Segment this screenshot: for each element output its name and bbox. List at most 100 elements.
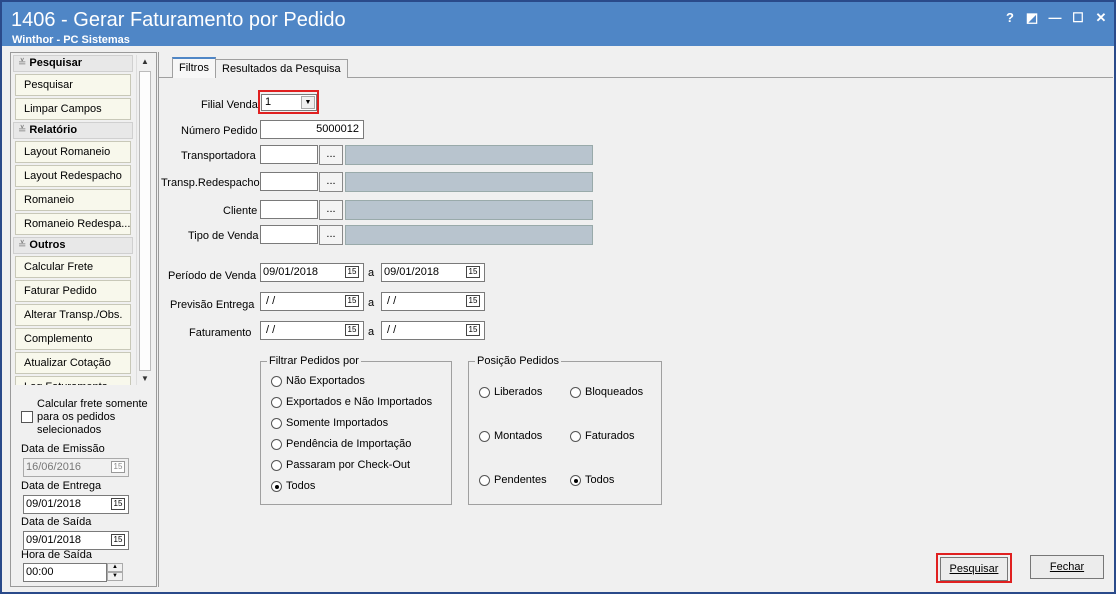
scroll-up-icon[interactable]: ▲ bbox=[141, 57, 149, 66]
radio-label[interactable]: Pendência de Importação bbox=[286, 438, 411, 450]
calendar-icon[interactable]: 15 bbox=[345, 324, 359, 336]
range-separator: a bbox=[368, 297, 375, 309]
maximize-icon[interactable]: ☐ bbox=[1070, 10, 1086, 26]
previsao-from-value: / / bbox=[263, 295, 276, 307]
fechar-button[interactable]: Fechar bbox=[1030, 555, 1104, 579]
previsao-entrega-label: Previsão Entrega bbox=[170, 299, 255, 311]
calendar-icon[interactable]: 15 bbox=[111, 534, 125, 546]
window-title: 1406 - Gerar Faturamento por Pedido bbox=[11, 9, 346, 31]
data-emissao-value: 16/06/2016 bbox=[26, 461, 82, 473]
radio-label[interactable]: Não Exportados bbox=[286, 375, 365, 387]
menu-scrollbar[interactable]: ▲ ▼ bbox=[136, 55, 152, 385]
radio-nao-exportados[interactable] bbox=[271, 376, 282, 387]
menu-pesquisar-button[interactable]: Pesquisar bbox=[15, 74, 131, 96]
transp-redespacho-input[interactable] bbox=[260, 172, 318, 191]
cliente-lookup-button[interactable]: ... bbox=[319, 200, 343, 220]
minimize-icon[interactable]: — bbox=[1047, 10, 1063, 25]
section-header-pesquisar[interactable]: ≚ Pesquisar bbox=[13, 55, 133, 72]
data-emissao-label: Data de Emissão bbox=[21, 443, 105, 455]
hora-saida-value: 00:00 bbox=[26, 566, 54, 578]
radio-posicao-todos[interactable] bbox=[570, 475, 581, 486]
data-saida-label: Data de Saída bbox=[21, 516, 92, 528]
menu-atualizar-cotacao-button[interactable]: Atualizar Cotação bbox=[15, 352, 131, 374]
radio-label[interactable]: Pendentes bbox=[494, 474, 547, 486]
help-icon[interactable]: ? bbox=[1002, 10, 1018, 25]
menu-log-faturamento-button[interactable]: Log Faturamento bbox=[15, 376, 131, 385]
section-title: Relatório bbox=[29, 124, 78, 136]
section-header-relatorio[interactable]: ≚ Relatório bbox=[13, 122, 133, 139]
radio-label[interactable]: Montados bbox=[494, 430, 542, 442]
numero-pedido-input[interactable]: 5000012 bbox=[260, 120, 364, 139]
section-title: Pesquisar bbox=[29, 57, 82, 69]
radio-somente-importados[interactable] bbox=[271, 418, 282, 429]
radio-label[interactable]: Exportados e Não Importados bbox=[286, 396, 432, 408]
posicao-pedidos-title: Posição Pedidos bbox=[475, 355, 561, 367]
filtrar-pedidos-title: Filtrar Pedidos por bbox=[267, 355, 361, 367]
radio-label[interactable]: Todos bbox=[286, 480, 315, 492]
radio-label[interactable]: Faturados bbox=[585, 430, 635, 442]
calendar-icon[interactable]: 15 bbox=[345, 295, 359, 307]
transportadora-lookup-button[interactable]: ... bbox=[319, 145, 343, 165]
close-icon[interactable]: ✕ bbox=[1093, 10, 1109, 26]
radio-bloqueados[interactable] bbox=[570, 387, 581, 398]
range-separator: a bbox=[368, 267, 375, 279]
menu-alterar-transp-button[interactable]: Alterar Transp./Obs. bbox=[15, 304, 131, 326]
menu-faturar-pedido-button[interactable]: Faturar Pedido bbox=[15, 280, 131, 302]
scroll-thumb[interactable] bbox=[139, 71, 151, 371]
menu-calcular-frete-button[interactable]: Calcular Frete bbox=[15, 256, 131, 278]
fechar-button-label: Fechar bbox=[1049, 561, 1085, 573]
filial-label: Filial Venda bbox=[201, 99, 258, 111]
calendar-icon[interactable]: 15 bbox=[466, 266, 480, 278]
menu-complemento-button[interactable]: Complemento bbox=[15, 328, 131, 350]
radio-label[interactable]: Passaram por Check-Out bbox=[286, 459, 410, 471]
tipo-venda-lookup-button[interactable]: ... bbox=[319, 225, 343, 245]
calendar-icon[interactable]: 15 bbox=[466, 295, 480, 307]
chevron-up-icon: ≚ bbox=[18, 240, 27, 251]
transp-redespacho-lookup-button[interactable]: ... bbox=[319, 172, 343, 192]
spin-up-icon[interactable]: ▲ bbox=[107, 563, 123, 572]
menu-romaneio-button[interactable]: Romaneio bbox=[15, 189, 131, 211]
spin-down-icon[interactable]: ▼ bbox=[107, 572, 123, 581]
calendar-icon[interactable]: 15 bbox=[466, 324, 480, 336]
tipo-venda-input[interactable] bbox=[260, 225, 318, 244]
calendar-icon[interactable]: 15 bbox=[345, 266, 359, 278]
data-entrega-label: Data de Entrega bbox=[21, 480, 102, 492]
menu-layout-romaneio-button[interactable]: Layout Romaneio bbox=[15, 141, 131, 163]
numero-pedido-value: 5000012 bbox=[316, 123, 359, 135]
tipo-venda-label: Tipo de Venda bbox=[188, 230, 259, 242]
radio-faturados[interactable] bbox=[570, 431, 581, 442]
calendar-icon[interactable]: 15 bbox=[111, 498, 125, 510]
menu-romaneio-redespacho-button[interactable]: Romaneio Redespa... bbox=[15, 213, 131, 235]
calc-frete-checkbox[interactable] bbox=[21, 411, 33, 423]
scroll-down-icon[interactable]: ▼ bbox=[141, 374, 149, 383]
previsao-to-value: / / bbox=[384, 295, 397, 307]
radio-label[interactable]: Somente Importados bbox=[286, 417, 388, 429]
cliente-input[interactable] bbox=[260, 200, 318, 219]
section-header-outros[interactable]: ≚ Outros bbox=[13, 237, 133, 254]
radio-label[interactable]: Bloqueados bbox=[585, 386, 643, 398]
title-bar: 1406 - Gerar Faturamento por Pedido Wint… bbox=[2, 2, 1114, 46]
radio-montados[interactable] bbox=[479, 431, 490, 442]
section-title: Outros bbox=[29, 239, 66, 251]
menu-limpar-campos-button[interactable]: Limpar Campos bbox=[15, 98, 131, 120]
hora-saida-field[interactable]: 00:00 bbox=[23, 563, 107, 582]
radio-todos[interactable] bbox=[271, 481, 282, 492]
calendar-icon: 15 bbox=[111, 461, 125, 473]
transportadora-input[interactable] bbox=[260, 145, 318, 164]
tipo-venda-desc bbox=[345, 225, 593, 245]
main-panel: Filtros Resultados da Pesquisa Filial Ve… bbox=[158, 52, 1113, 587]
tab-resultados[interactable]: Resultados da Pesquisa bbox=[215, 59, 348, 78]
menu-layout-redespacho-button[interactable]: Layout Redespacho bbox=[15, 165, 131, 187]
app-window: 1406 - Gerar Faturamento por Pedido Wint… bbox=[0, 0, 1116, 594]
radio-pendentes[interactable] bbox=[479, 475, 490, 486]
radio-pendencia-importacao[interactable] bbox=[271, 439, 282, 450]
radio-liberados[interactable] bbox=[479, 387, 490, 398]
tab-filtros[interactable]: Filtros bbox=[172, 57, 216, 78]
radio-label[interactable]: Todos bbox=[585, 474, 614, 486]
radio-exportados-nao-importados[interactable] bbox=[271, 397, 282, 408]
data-entrega-value: 09/01/2018 bbox=[26, 498, 82, 510]
pesquisar-button[interactable]: Pesquisar bbox=[940, 557, 1008, 581]
radio-label[interactable]: Liberados bbox=[494, 386, 542, 398]
radio-check-out[interactable] bbox=[271, 460, 282, 471]
restore-layout-icon[interactable]: ◩ bbox=[1024, 10, 1040, 26]
